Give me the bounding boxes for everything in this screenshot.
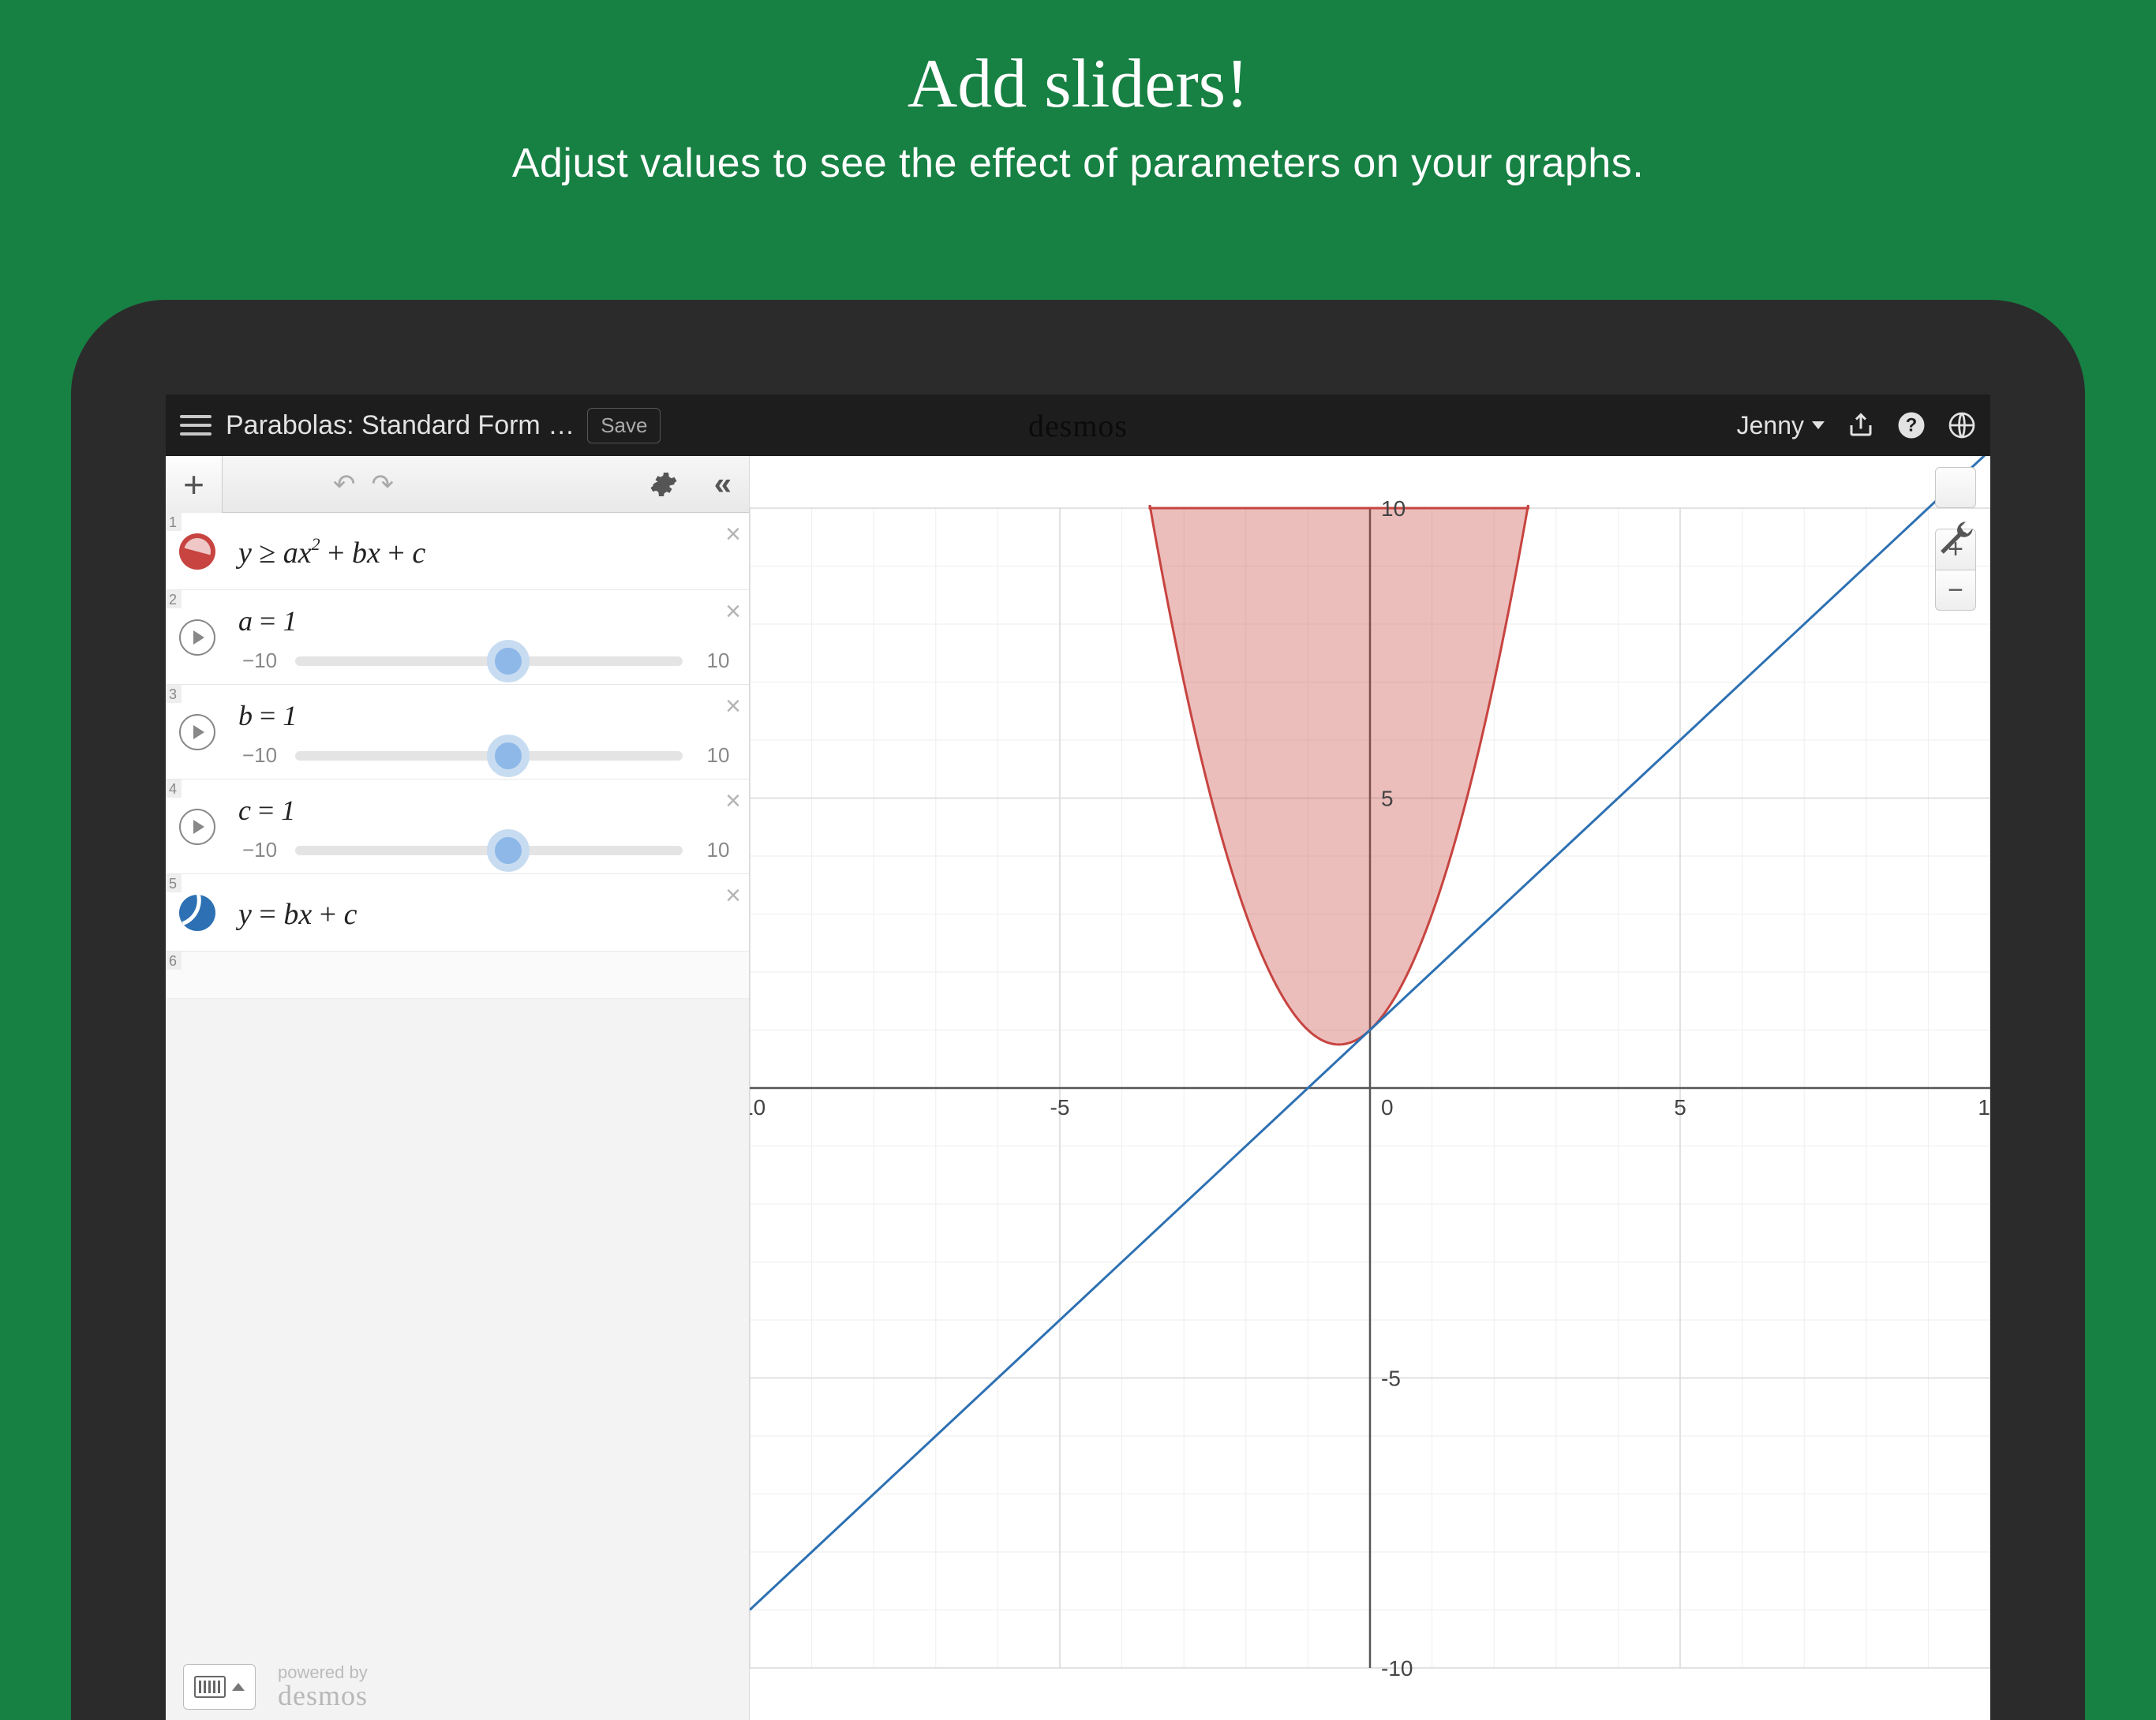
- expression-list: 1y ≥ ax2 + bx + c×2a = 1−1010×3b = 1−101…: [166, 513, 749, 1720]
- slider-thumb[interactable]: [487, 640, 530, 682]
- svg-text:-10: -10: [1381, 1656, 1413, 1681]
- expression-row-empty[interactable]: 6: [166, 952, 749, 999]
- svg-text:-5: -5: [1050, 1095, 1070, 1120]
- undo-icon[interactable]: ↶: [333, 469, 356, 500]
- svg-text:0: 0: [1381, 1095, 1394, 1120]
- expression-row[interactable]: 4c = 1−1010×: [166, 780, 749, 874]
- share-icon[interactable]: [1847, 411, 1875, 439]
- slider-track[interactable]: [295, 751, 683, 761]
- expression-formula[interactable]: y = bx + c: [238, 897, 739, 932]
- svg-text:10: 10: [1978, 1095, 1990, 1120]
- graph-canvas[interactable]: -10 -5 0 5 10 10 5 -5 -10: [750, 456, 1990, 1720]
- topbar: Parabolas: Standard Form … Save desmos J…: [166, 394, 1990, 456]
- slider-formula[interactable]: c = 1: [238, 794, 739, 827]
- app-screen: Parabolas: Standard Form … Save desmos J…: [166, 394, 1990, 1720]
- collapse-sidebar-icon[interactable]: «: [714, 466, 732, 502]
- graph-tools: + −: [1935, 467, 1976, 611]
- document-title[interactable]: Parabolas: Standard Form …: [226, 410, 575, 441]
- slider-thumb[interactable]: [487, 735, 530, 777]
- brand-logo: desmos: [1028, 407, 1128, 444]
- slider-formula[interactable]: a = 1: [238, 604, 739, 638]
- caret-up-icon: [232, 1683, 245, 1691]
- slider-max[interactable]: 10: [697, 649, 739, 673]
- svg-text:-5: -5: [1381, 1367, 1401, 1391]
- slider-track[interactable]: [295, 656, 683, 666]
- promo-subtitle: Adjust values to see the effect of param…: [0, 140, 2156, 187]
- powered-by: powered by desmos: [278, 1664, 368, 1710]
- save-button[interactable]: Save: [587, 408, 661, 443]
- expression-sidebar: + ↶ ↷ « 1y ≥ ax2 + bx + c×2a = 1−1010×3b…: [166, 456, 750, 1720]
- svg-text:5: 5: [1674, 1095, 1686, 1120]
- slider-thumb[interactable]: [487, 829, 530, 872]
- slider-max[interactable]: 10: [697, 838, 739, 862]
- promo-title: Add sliders!: [0, 0, 2156, 124]
- curve-swatch-icon[interactable]: [179, 895, 215, 931]
- graph-panel[interactable]: -10 -5 0 5 10 10 5 -5 -10 + −: [750, 456, 1990, 1720]
- settings-icon[interactable]: [649, 470, 678, 499]
- svg-text:-10: -10: [750, 1095, 765, 1120]
- sidebar-footer: powered by desmos: [166, 1654, 749, 1720]
- expression-formula[interactable]: y ≥ ax2 + bx + c: [238, 536, 739, 570]
- slider-min[interactable]: −10: [238, 743, 281, 768]
- svg-text:10: 10: [1381, 496, 1406, 521]
- expression-row[interactable]: 5y = bx + c×: [166, 874, 749, 952]
- expression-toolbar: + ↶ ↷ «: [166, 456, 749, 513]
- slider-min[interactable]: −10: [238, 649, 281, 673]
- menu-icon[interactable]: [180, 409, 211, 441]
- delete-expression-icon[interactable]: ×: [725, 596, 741, 627]
- expression-row[interactable]: 1y ≥ ax2 + bx + c×: [166, 513, 749, 590]
- user-name: Jenny: [1737, 411, 1804, 440]
- add-expression-button[interactable]: +: [166, 456, 223, 513]
- svg-text:5: 5: [1381, 787, 1394, 811]
- slider-track[interactable]: [295, 846, 683, 855]
- wrench-icon[interactable]: [1935, 467, 1976, 508]
- play-slider-button[interactable]: [179, 714, 215, 750]
- play-slider-button[interactable]: [179, 809, 215, 845]
- keyboard-toggle-button[interactable]: [183, 1664, 256, 1710]
- user-menu[interactable]: Jenny: [1737, 411, 1825, 440]
- help-icon[interactable]: ?: [1897, 411, 1926, 439]
- caret-down-icon: [1812, 421, 1825, 429]
- delete-expression-icon[interactable]: ×: [725, 519, 741, 550]
- delete-expression-icon[interactable]: ×: [725, 786, 741, 817]
- slider-min[interactable]: −10: [238, 838, 281, 862]
- delete-expression-icon[interactable]: ×: [725, 691, 741, 722]
- expression-row[interactable]: 3b = 1−1010×: [166, 685, 749, 780]
- device-frame: Parabolas: Standard Form … Save desmos J…: [71, 300, 2085, 1720]
- inequality-swatch-icon[interactable]: [179, 533, 215, 570]
- slider-max[interactable]: 10: [697, 743, 739, 768]
- expression-row[interactable]: 2a = 1−1010×: [166, 590, 749, 685]
- play-slider-button[interactable]: [179, 619, 215, 656]
- keyboard-icon: [194, 1676, 226, 1698]
- svg-text:?: ?: [1906, 415, 1918, 436]
- slider-formula[interactable]: b = 1: [238, 699, 739, 732]
- delete-expression-icon[interactable]: ×: [725, 881, 741, 911]
- redo-icon[interactable]: ↷: [372, 469, 395, 500]
- globe-icon[interactable]: [1948, 411, 1976, 439]
